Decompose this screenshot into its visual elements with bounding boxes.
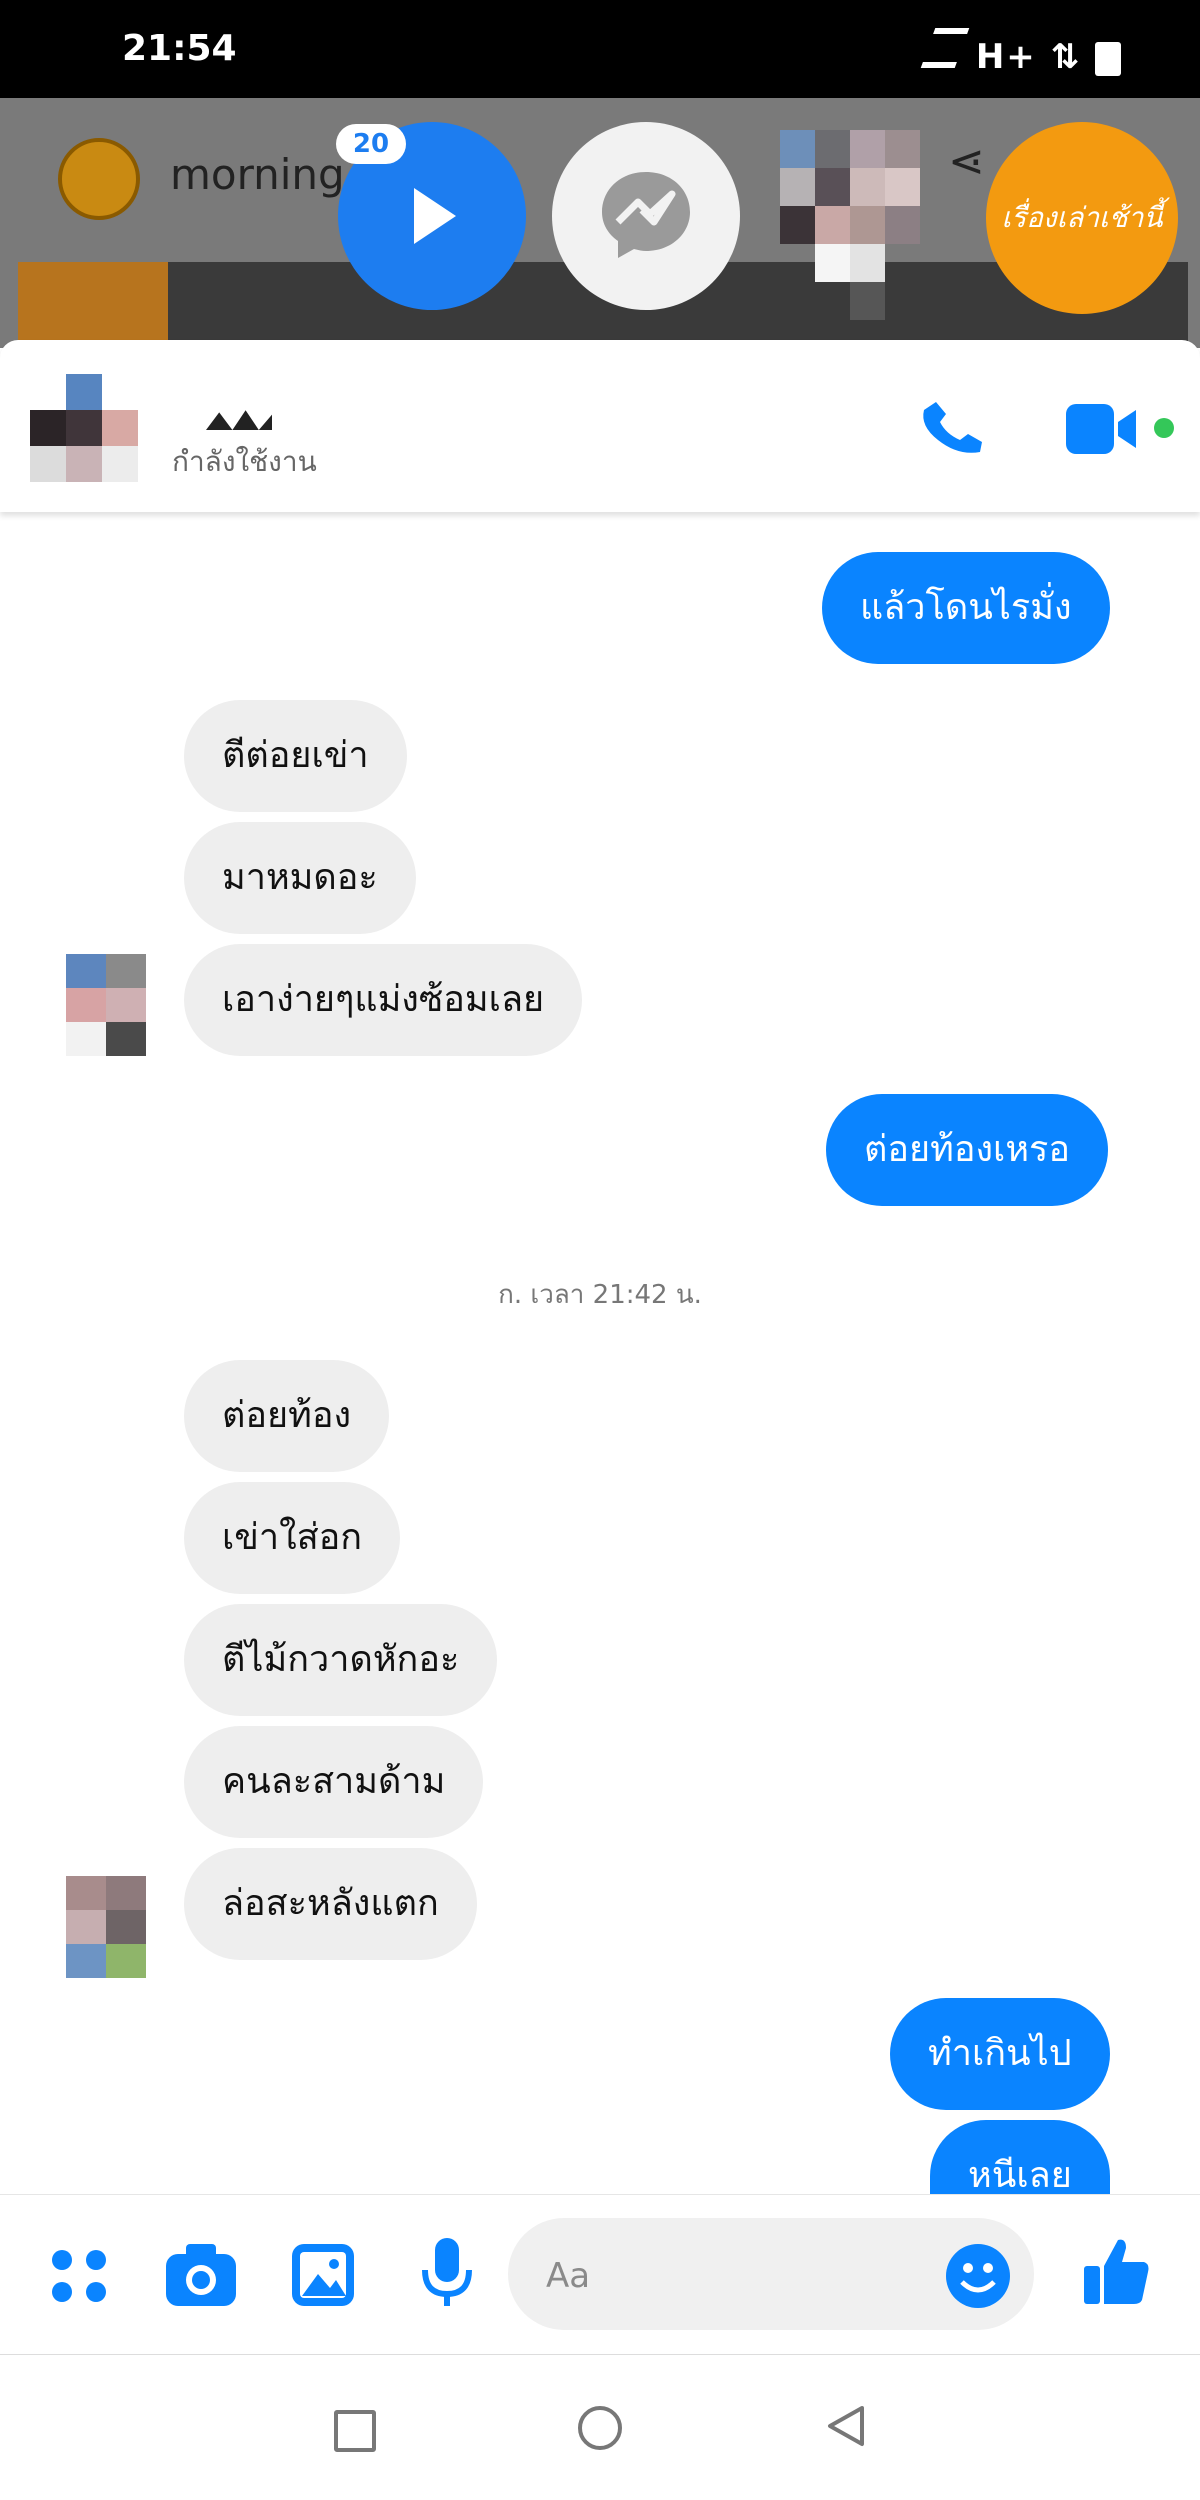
message-incoming[interactable]: ตีต่อยเข่า [184, 700, 407, 812]
message-outgoing[interactable]: ต่อยท้องเหรอ [826, 1094, 1109, 1206]
sender-avatar[interactable] [66, 954, 148, 1056]
data-arrows-icon: ⇅ [1050, 37, 1082, 77]
play-icon [414, 188, 456, 244]
emoji-icon[interactable] [944, 2242, 1012, 2314]
recents-icon[interactable] [334, 2410, 376, 2452]
avatar-image [780, 130, 920, 320]
message-incoming[interactable]: คนละสามด้าม [184, 1726, 484, 1838]
status-time: 21:54 [122, 28, 237, 69]
microphone-icon[interactable] [420, 2236, 474, 2316]
phone-call-icon[interactable] [918, 402, 990, 462]
more-actions-icon[interactable] [50, 2248, 110, 2308]
share-icon[interactable]: ⋖ [948, 136, 985, 187]
message-incoming[interactable]: เอาง่ายๆแม่งซ้อมเลย [184, 944, 583, 1056]
notification-badge: 20 [336, 124, 406, 164]
thumbs-up-icon[interactable] [1082, 2236, 1152, 2312]
message-incoming[interactable]: ต่อยท้อง [184, 1360, 390, 1472]
background-app-banner-image [18, 262, 168, 342]
message-outgoing[interactable]: แล้วโดนไรมั่ง [822, 552, 1110, 664]
battery-icon [1094, 41, 1121, 76]
contact-avatar[interactable] [30, 374, 140, 484]
message-outgoing[interactable]: หนีเลย [930, 2120, 1110, 2194]
video-call-icon[interactable] [1066, 400, 1176, 464]
chat-head-avatar[interactable] [780, 130, 955, 320]
avatar-image [30, 374, 138, 482]
camera-icon[interactable] [164, 2242, 238, 2312]
home-icon[interactable] [578, 2406, 622, 2450]
chat-head-messenger[interactable] [552, 122, 740, 310]
background-app-logo [58, 138, 140, 220]
back-icon[interactable] [826, 2404, 866, 2452]
wifi-icon [920, 28, 970, 68]
chat-header [0, 340, 1200, 512]
gallery-icon[interactable] [290, 2242, 356, 2312]
messenger-icon [602, 172, 690, 258]
background-app-title: morning [170, 150, 345, 199]
message-incoming[interactable]: เข่าใส่อก [184, 1482, 401, 1594]
message-outgoing[interactable]: ทำเกินไป [890, 1998, 1110, 2110]
message-incoming[interactable]: มาหมดอะ [184, 822, 416, 934]
status-signal: H+ ⇅ [920, 28, 1121, 77]
message-input-placeholder: Aa [546, 2256, 591, 2296]
message-incoming[interactable]: ตีไม้กวาดหักอะ [184, 1604, 498, 1716]
contact-status: กำลังใช้งาน [172, 445, 317, 478]
network-type-text: H+ [975, 37, 1037, 77]
chat-head-page-label: เรื่องเล่าเช้านี้ [1001, 201, 1163, 234]
message-timestamp: ก. เวลา 21:42 น. [498, 1280, 702, 1310]
message-incoming[interactable]: ล่อสะหลังแตก [184, 1848, 477, 1960]
sender-avatar[interactable] [66, 1876, 148, 1978]
